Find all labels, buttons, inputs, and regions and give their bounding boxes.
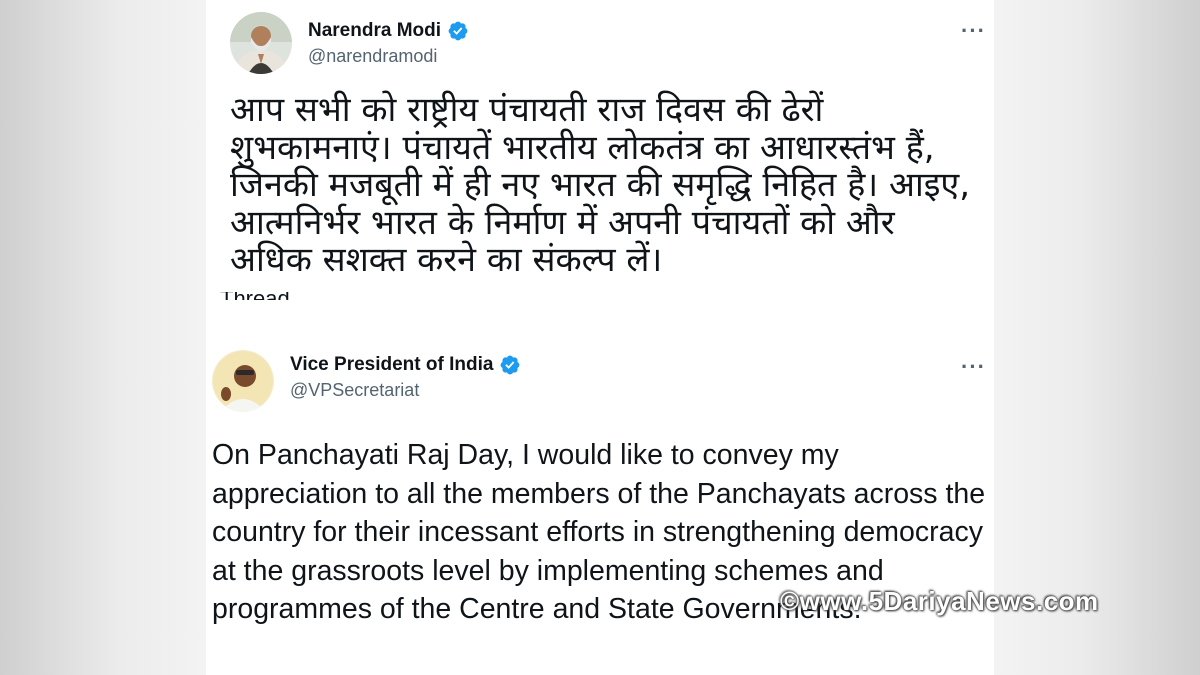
tweet-header: Narendra Modi @narendramodi — [230, 12, 469, 74]
avatar[interactable] — [212, 350, 274, 412]
tweet-text: आप सभी को राष्ट्रीय पंचायती राज दिवस की … — [230, 90, 971, 280]
verified-badge-icon — [501, 355, 520, 375]
handle[interactable]: @narendramodi — [308, 46, 469, 67]
display-name[interactable]: Vice President of India — [290, 354, 493, 376]
tweet-header: Vice President of India @VPSecretariat — [212, 350, 521, 412]
avatar[interactable] — [230, 12, 292, 74]
more-options-icon[interactable]: ··· — [961, 18, 986, 44]
display-name[interactable]: Narendra Modi — [308, 20, 441, 42]
watermark: ©www.5DariyaNews.com — [780, 586, 1099, 616]
verified-badge-icon — [448, 21, 468, 41]
more-options-icon[interactable]: ··· — [961, 354, 986, 380]
handle[interactable]: @VPSecretariat — [290, 380, 521, 401]
tweet-card-narendra-modi: Narendra Modi @narendramodi ··· आप सभी क… — [206, 0, 994, 300]
cut-off-thread-label[interactable]: Thread — [220, 292, 290, 300]
tweet-card-vice-president: Vice President of India @VPSecretariat ·… — [206, 300, 994, 675]
